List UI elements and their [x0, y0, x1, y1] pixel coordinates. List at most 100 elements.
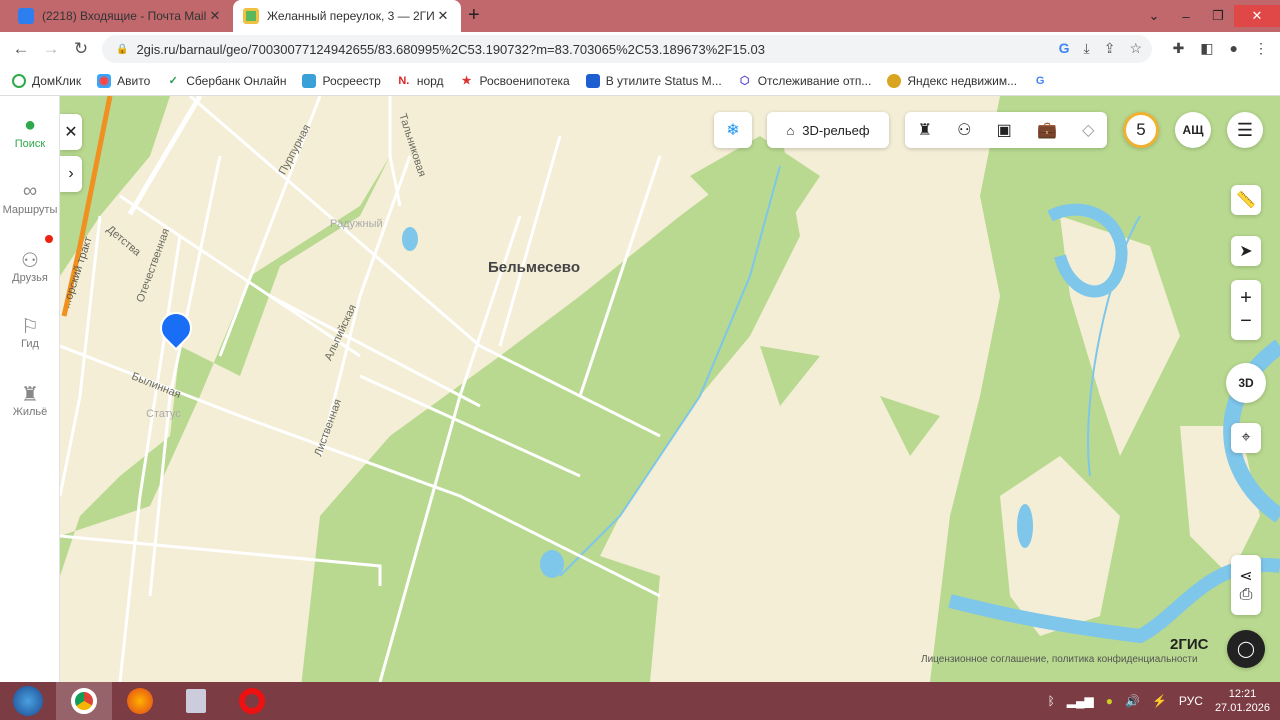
nord-icon: N. [398, 74, 410, 87]
tab-mail[interactable]: (2218) Входящие - Почта Mail ✕ [8, 0, 233, 32]
friends-layer-icon[interactable]: ⚇ [957, 120, 971, 140]
route-icon: ∞ [22, 180, 38, 202]
tab-strip: (2218) Входящие - Почта Mail ✕ Желанный … [0, 0, 1280, 32]
sidebar: ● Поиск ∞ Маршруты ⚇ Друзья ⚐ Гид ♜ Жиль… [0, 96, 60, 682]
status-icon [585, 73, 600, 88]
mail-icon [18, 8, 34, 24]
ruler-button[interactable]: 📏 [1231, 185, 1261, 215]
relief-3d-button[interactable]: ⌂ 3D-рельеф [767, 112, 889, 148]
back-button[interactable]: ← [6, 39, 36, 59]
side-panel-icon[interactable]: ◧ [1200, 40, 1213, 57]
tab-search-icon[interactable]: ⌄ [1138, 8, 1170, 24]
close-panel-button[interactable]: ✕ [60, 114, 82, 150]
new-tab-button[interactable]: + [468, 4, 480, 27]
my-location-button[interactable]: ➤ [1231, 236, 1261, 266]
zoom-out-button[interactable]: − [1240, 310, 1252, 333]
share-icon[interactable]: ⇪ [1104, 40, 1116, 57]
opera-taskbar-icon[interactable] [224, 682, 280, 720]
sidebar-item-guide[interactable]: ⚐ Гид [0, 314, 60, 350]
layers-icon[interactable]: ◇ [1082, 120, 1094, 140]
print-icon[interactable]: ⎙ [1240, 586, 1253, 604]
city-label: Бельмесево [488, 259, 580, 276]
housing-icon: ♜ [21, 384, 39, 406]
tab-title: (2218) Входящие - Почта Mail [42, 9, 207, 23]
bookmark[interactable]: В утилите Status M... [585, 73, 722, 88]
sidebar-item-search[interactable]: ● Поиск [0, 114, 60, 150]
zoom-in-button[interactable]: + [1240, 287, 1252, 310]
calculator-taskbar-icon[interactable] [168, 682, 224, 720]
url-text: 2gis.ru/barnaul/geo/70030077124942655/83… [136, 41, 765, 57]
close-tab-icon[interactable]: ✕ [207, 8, 223, 24]
close-tab-icon[interactable]: ✕ [435, 8, 451, 24]
bookmark[interactable]: ✓ Сбербанк Онлайн [166, 74, 287, 88]
volume-icon[interactable]: 🔊 [1125, 694, 1140, 708]
extensions-icon[interactable]: ✚ [1173, 40, 1185, 57]
sidebar-item-friends[interactable]: ⚇ Друзья [0, 248, 60, 284]
bookmark[interactable]: Яндекс недвижим... [887, 73, 1017, 88]
bookmark[interactable]: Росреестр [302, 73, 381, 88]
menu-icon[interactable]: ⋮ [1254, 40, 1268, 57]
notifications-button[interactable]: 5 [1123, 112, 1159, 148]
bookmark[interactable]: ⬡ Отслеживание отп... [738, 74, 871, 88]
transport-icon[interactable]: ▣ [997, 120, 1012, 140]
map-canvas[interactable] [60, 96, 1280, 682]
yandex-icon [887, 73, 902, 88]
bookmark[interactable]: ★ Росвоенипотека [460, 74, 570, 88]
sidebar-item-routes[interactable]: ∞ Маршруты [0, 180, 60, 216]
clock[interactable]: 12:21 27.01.2026 [1215, 687, 1270, 715]
domclick-icon [12, 73, 26, 88]
map-pin-button[interactable]: ⌖ [1231, 423, 1261, 453]
compass-3d-button[interactable]: 3D [1226, 363, 1266, 403]
profile-icon[interactable]: ● [1230, 40, 1238, 57]
avito-icon [97, 73, 112, 88]
power-icon[interactable]: ⚡ [1152, 694, 1167, 708]
bookmark[interactable]: N. норд [397, 74, 443, 88]
start-button[interactable] [0, 682, 56, 720]
firefox-taskbar-icon[interactable] [112, 682, 168, 720]
tab-2gis[interactable]: Желанный переулок, 3 — 2ГИС ✕ [233, 0, 461, 32]
language-indicator[interactable]: РУС [1179, 694, 1203, 708]
star-icon: ★ [461, 74, 472, 87]
bookmark[interactable]: Авито [97, 73, 150, 88]
taskbar: ᛒ ▂▄▆ ● 🔊 ⚡ РУС 12:21 27.01.2026 [0, 682, 1280, 720]
restore-button[interactable]: ❐ [1202, 8, 1234, 24]
map[interactable]: ...орский тракт Пурпурная Тальниковая Де… [60, 96, 1280, 682]
bookmark-star-icon[interactable]: ☆ [1129, 40, 1142, 57]
2gis-icon [243, 8, 259, 24]
google-icon[interactable]: G [1059, 40, 1070, 57]
expand-panel-button[interactable]: › [60, 156, 82, 192]
winter-mode-button[interactable]: ❄ [714, 112, 752, 148]
bookmarks-bar: ДомКлик Авито ✓ Сбербанк Онлайн Росреестр… [0, 66, 1280, 96]
lake [1017, 504, 1033, 548]
app-tray-icon[interactable]: ● [1106, 694, 1113, 708]
notification-dot [45, 235, 53, 243]
license-link[interactable]: Лицензионное соглашение, политика конфид… [921, 654, 1198, 665]
housing-layer-icon[interactable]: ♜ [918, 120, 932, 140]
bluetooth-icon[interactable]: ᛒ [1048, 694, 1055, 708]
install-icon[interactable]: ⤓ [1084, 40, 1090, 57]
place-label: Статус [146, 408, 181, 420]
chat-button[interactable]: ◯ [1227, 630, 1265, 668]
sidebar-item-housing[interactable]: ♜ Жильё [0, 382, 60, 418]
user-avatar[interactable]: АЩ [1175, 112, 1211, 148]
tab-title: Желанный переулок, 3 — 2ГИС [267, 9, 435, 23]
rosreestr-icon [302, 73, 317, 88]
chrome-taskbar-icon[interactable] [56, 682, 112, 720]
minimize-button[interactable]: – [1170, 9, 1202, 24]
close-window-button[interactable]: ✕ [1234, 5, 1280, 27]
layers-toolbar: ♜ ⚇ ▣ 💼 ◇ [905, 112, 1107, 148]
pond [402, 227, 418, 251]
share-print-controls: ⋖ ⎙ [1231, 555, 1261, 615]
bookmark[interactable]: ДомКлик [12, 73, 81, 88]
address-bar[interactable]: 🔒 2gis.ru/barnaul/geo/70030077124942655/… [102, 35, 1152, 63]
flag-icon: ⚐ [21, 316, 39, 338]
browser-toolbar: ← → ↻ 🔒 2gis.ru/barnaul/geo/700300771249… [0, 32, 1280, 66]
briefcase-icon[interactable]: 💼 [1037, 120, 1057, 140]
bookmark-google[interactable]: G [1033, 74, 1047, 88]
reload-button[interactable]: ↻ [66, 39, 96, 59]
menu-button[interactable]: ☰ [1227, 112, 1263, 148]
share-icon[interactable]: ⋖ [1239, 566, 1252, 586]
forward-button[interactable]: → [36, 39, 66, 59]
signal-icon[interactable]: ▂▄▆ [1067, 694, 1094, 708]
zoom-controls: + − [1231, 280, 1261, 340]
